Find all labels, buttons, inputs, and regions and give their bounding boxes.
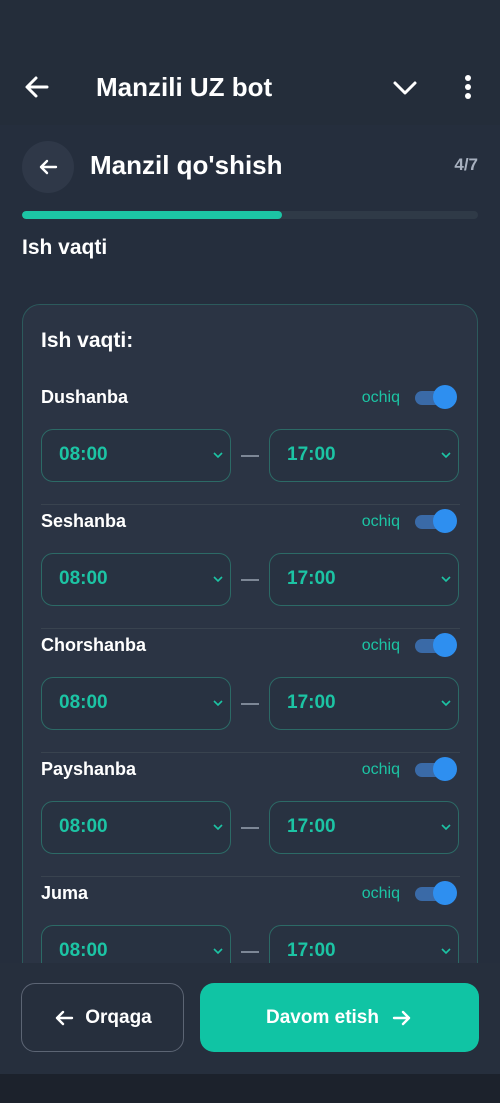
time-separator [241, 703, 259, 705]
chevron-down-icon[interactable] [390, 73, 420, 103]
from-time-value: 08:00 [59, 816, 108, 837]
chevron-down-icon [441, 824, 451, 831]
working-hours-card: Ish vaqti: Dushanba ochiq 08:00 17:00 Se… [22, 304, 478, 963]
to-time-select[interactable]: 17:00 [269, 429, 459, 482]
status-label: ochiq [361, 761, 400, 778]
back-button[interactable] [22, 141, 74, 193]
app-bar: Manzili UZ bot [0, 50, 500, 125]
to-time-select[interactable]: 17:00 [269, 925, 459, 963]
arrow-left-icon [56, 1010, 74, 1025]
from-time-value: 08:00 [59, 692, 108, 713]
arrow-right-icon [392, 1010, 411, 1025]
from-time-value: 08:00 [59, 444, 108, 465]
chevron-down-icon [213, 576, 223, 583]
to-time-select[interactable]: 17:00 [269, 553, 459, 606]
day-row: Dushanba ochiq 08:00 17:00 [41, 377, 460, 505]
chevron-down-icon [441, 452, 451, 459]
to-time-value: 17:00 [287, 940, 336, 961]
progress-bar [22, 211, 478, 219]
chevron-down-icon [213, 700, 223, 707]
section-title: Ish vaqti [22, 236, 108, 259]
chevron-down-icon [441, 948, 451, 955]
from-time-select[interactable]: 08:00 [41, 677, 231, 730]
to-time-select[interactable]: 17:00 [269, 801, 459, 854]
chevron-down-icon [441, 576, 451, 583]
day-name: Dushanba [41, 387, 129, 407]
day-name: Juma [41, 883, 89, 903]
chevron-down-icon [441, 700, 451, 707]
day-row: Seshanba ochiq 08:00 17:00 [41, 501, 460, 629]
chevron-down-icon [213, 452, 223, 459]
to-time-value: 17:00 [287, 816, 336, 837]
from-time-select[interactable]: 08:00 [41, 429, 231, 482]
day-name: Seshanba [41, 511, 127, 531]
from-time-value: 08:00 [59, 940, 108, 961]
day-toggle[interactable] [415, 881, 457, 905]
day-row: Juma ochiq 08:00 17:00 [41, 873, 460, 963]
back-button[interactable]: Orqaga [21, 983, 184, 1052]
from-time-select[interactable]: 08:00 [41, 553, 231, 606]
from-time-select[interactable]: 08:00 [41, 801, 231, 854]
card-title: Ish vaqti: [41, 329, 134, 352]
to-time-value: 17:00 [287, 568, 336, 589]
from-time-value: 08:00 [59, 568, 108, 589]
continue-button-label: Davom etish [266, 1006, 379, 1028]
main-content: Manzil qo'shish 4/7 Ish vaqti Ish vaqti:… [0, 125, 500, 963]
day-toggle[interactable] [415, 633, 457, 657]
day-toggle[interactable] [415, 385, 457, 409]
day-toggle[interactable] [415, 509, 457, 533]
day-toggle[interactable] [415, 757, 457, 781]
progress-fill [22, 211, 282, 219]
to-time-value: 17:00 [287, 692, 336, 713]
back-button-label: Orqaga [85, 1006, 152, 1028]
time-separator [241, 579, 259, 581]
arrow-left-icon [39, 159, 58, 175]
day-name: Chorshanba [41, 635, 147, 655]
day-row: Chorshanba ochiq 08:00 17:00 [41, 625, 460, 753]
app-title: Manzili UZ bot [96, 72, 273, 102]
from-time-select[interactable]: 08:00 [41, 925, 231, 963]
day-name: Payshanba [41, 759, 137, 779]
arrow-left-icon[interactable] [22, 72, 52, 102]
status-label: ochiq [361, 513, 400, 530]
chevron-down-icon [213, 824, 223, 831]
to-time-select[interactable]: 17:00 [269, 677, 459, 730]
time-separator [241, 951, 259, 953]
system-nav-bar [0, 1074, 500, 1103]
page-header: Manzil qo'shish 4/7 [22, 141, 478, 193]
page-title: Manzil qo'shish [90, 150, 283, 180]
more-vertical-icon[interactable] [456, 72, 480, 102]
status-label: ochiq [361, 637, 400, 654]
time-separator [241, 827, 259, 829]
chevron-down-icon [213, 948, 223, 955]
time-separator [241, 455, 259, 457]
footer: Orqaga Davom etish [0, 963, 500, 1074]
status-label: ochiq [361, 389, 400, 406]
status-label: ochiq [361, 885, 400, 902]
to-time-value: 17:00 [287, 444, 336, 465]
step-counter: 4/7 [454, 155, 478, 174]
day-row: Payshanba ochiq 08:00 17:00 [41, 749, 460, 877]
continue-button[interactable]: Davom etish [200, 983, 479, 1052]
status-bar [0, 0, 500, 50]
